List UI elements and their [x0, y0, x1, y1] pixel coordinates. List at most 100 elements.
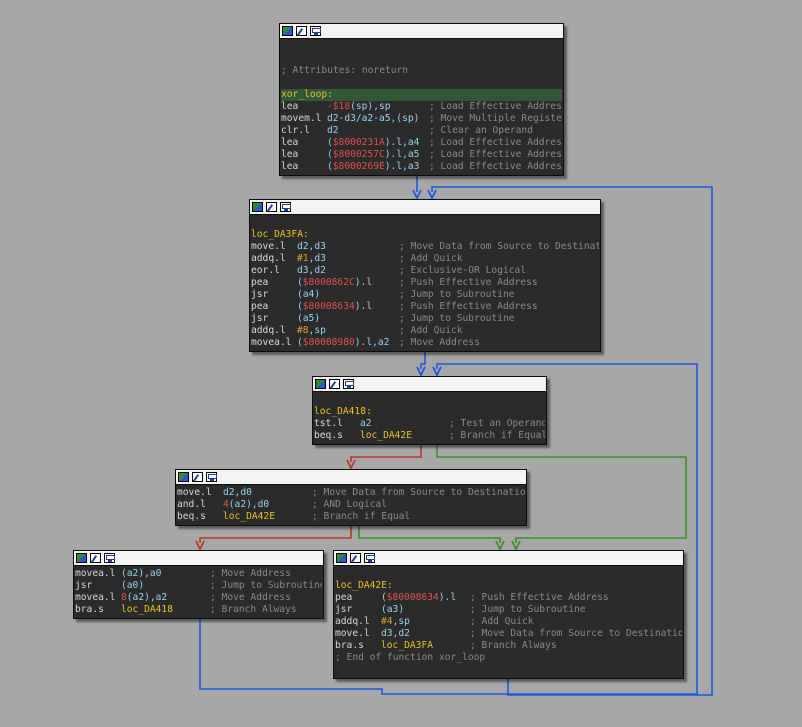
code-line[interactable]: ; Attributes: noreturn: [281, 65, 562, 77]
operand-part: loc_DA418: [121, 604, 173, 615]
code-comment: ; Add Quick: [470, 616, 534, 627]
code-line[interactable]: movea.l ($80008980).l,a2; Move Address: [251, 337, 599, 349]
node-and-test[interactable]: move.l d2,d0 ; Move Data from Source to De…: [175, 469, 527, 526]
code-line[interactable]: ; End of function xor_loop: [335, 652, 682, 664]
node-call-next[interactable]: movea.l (a2),a0 ; Move Address jsr (a0) ; Jum…: [73, 550, 324, 619]
code-line[interactable]: bra.s loc_DA418 ; Branch Always: [75, 604, 322, 616]
code-line[interactable]: jsr (a3) ; Jump to Subroutine: [335, 604, 682, 616]
graph-icon[interactable]: [310, 26, 321, 36]
operand-part: #1: [297, 253, 309, 264]
node-header[interactable]: [176, 470, 526, 485]
rename-icon[interactable]: [329, 379, 340, 389]
code-line[interactable]: loc_DA418:: [314, 406, 545, 418]
operand-part: $80008634: [386, 592, 439, 603]
operand-part: ).l: [354, 277, 373, 288]
code-line[interactable]: addq.l #1,d3; Add Quick: [251, 253, 599, 265]
code-line[interactable]: lea ($8000257C).l,a5; Load Effective Addr…: [281, 149, 562, 161]
color-icon[interactable]: [178, 472, 189, 482]
code-line[interactable]: tst.l a2 ; Test an Operand: [314, 418, 545, 430]
operand: d2: [327, 125, 429, 137]
edge-n3-n5: [358, 526, 501, 543]
code-line[interactable]: move.l d2,d0 ; Move Data from Source to De…: [177, 487, 525, 499]
graph-icon[interactable]: [280, 202, 291, 212]
code-line[interactable]: pea ($80008634).l; Push Effective Address: [251, 301, 599, 313]
color-icon[interactable]: [336, 553, 347, 563]
operand: ($80008634).l: [297, 301, 399, 313]
mnemonic: move.l: [335, 628, 370, 639]
node-loc-da418[interactable]: loc_DA418: tst.l a2 ; Test an Operand beq.s l…: [312, 376, 547, 445]
operand-part: $80008634: [302, 301, 355, 312]
rename-icon[interactable]: [266, 202, 277, 212]
code-line[interactable]: [251, 217, 599, 229]
code-comment: ; Load Effective Address: [429, 149, 562, 160]
rename-icon[interactable]: [90, 553, 101, 563]
code-line[interactable]: loc_DA42E:: [335, 580, 682, 592]
code-line[interactable]: addq.l #8,sp; Add Quick: [251, 325, 599, 337]
operand-part: (a2),d0: [228, 499, 270, 510]
code-line[interactable]: beq.s loc_DA42E ; Branch if Equal: [177, 511, 525, 523]
node-header[interactable]: [280, 24, 563, 39]
code-line[interactable]: and.l 4(a2),d0; AND Logical: [177, 499, 525, 511]
rename-icon[interactable]: [192, 472, 203, 482]
node-header[interactable]: [250, 200, 600, 215]
code-line[interactable]: lea -$18(sp),sp; Load Effective Address: [281, 101, 562, 113]
node-loc-da42e[interactable]: loc_DA42E: pea ($80008634).l; Push Effecti…: [333, 550, 684, 679]
color-icon[interactable]: [282, 26, 293, 36]
code-line[interactable]: move.l d2,d3 ; Move Data from Source to De…: [251, 241, 599, 253]
code-comment: ; Move Multiple Registers: [429, 113, 562, 124]
node-code: movea.l (a2),a0 ; Move Address jsr (a0) ; Jum…: [74, 566, 323, 616]
code-line[interactable]: jsr (a0) ; Jump to Subroutine: [75, 580, 322, 592]
code-line[interactable]: movea.l (a2),a0 ; Move Address: [75, 568, 322, 580]
node-header[interactable]: [334, 551, 683, 566]
node-xor-loop[interactable]: ; Attributes: noreturn xor_loop: lea -$18(s…: [279, 23, 564, 176]
node-header[interactable]: [74, 551, 323, 566]
code-line[interactable]: [335, 568, 682, 580]
node-header[interactable]: [313, 377, 546, 392]
operand: d3,d2: [297, 265, 399, 277]
graph-icon[interactable]: [104, 553, 115, 563]
code-line[interactable]: pea ($8000862C).l; Push Effective Address: [251, 277, 599, 289]
code-line[interactable]: [281, 53, 562, 65]
code-comment: ; Branch Always: [210, 604, 297, 615]
code-line[interactable]: jsr (a4) ; Jump to Subroutine: [251, 289, 599, 301]
color-icon[interactable]: [252, 202, 263, 212]
rename-icon[interactable]: [350, 553, 361, 563]
code-line[interactable]: [314, 394, 545, 406]
code-line[interactable]: move.l d3,d2 ; Move Data from Source to De…: [335, 628, 682, 640]
mnemonic: bra.s: [75, 604, 104, 615]
rename-icon[interactable]: [296, 26, 307, 36]
graph-icon[interactable]: [364, 553, 375, 563]
graph-icon[interactable]: [206, 472, 217, 482]
node-loc-da3fa[interactable]: loc_DA3FA: move.l d2,d3 ; Move Data from So…: [249, 199, 601, 352]
color-icon[interactable]: [76, 553, 87, 563]
code-line[interactable]: xor_loop:: [281, 89, 562, 101]
code-line[interactable]: [281, 77, 562, 89]
mnemonic: move.l: [251, 241, 286, 252]
mnemonic: eor.l: [251, 265, 280, 276]
operand-part: ,sp: [392, 616, 410, 627]
code-line[interactable]: bra.s loc_DA3FA ; Branch Always: [335, 640, 682, 652]
code-line[interactable]: [281, 41, 562, 53]
code-line[interactable]: loc_DA3FA:: [251, 229, 599, 241]
operand-part: $80008980: [302, 337, 355, 348]
operand-part: $8000862C: [302, 277, 355, 288]
code-line[interactable]: movea.l 8(a2),a2; Move Address: [75, 592, 322, 604]
code-line[interactable]: jsr (a5) ; Jump to Subroutine: [251, 313, 599, 325]
code-line[interactable]: movem.l d2-d3/a2-a5,(sp) ; Move Multiple R…: [281, 113, 562, 125]
operand: ($80008634).l: [381, 592, 470, 604]
code-line[interactable]: eor.l d3,d2 ; Exclusive-OR Logical: [251, 265, 599, 277]
code-line[interactable]: lea ($8000269E).l,a3; Load Effective Addr…: [281, 161, 562, 173]
operand-part: ).l,a3: [384, 161, 420, 172]
color-icon[interactable]: [315, 379, 326, 389]
code-line[interactable]: clr.l d2 ; Clear an Operand: [281, 125, 562, 137]
code-line[interactable]: pea ($80008634).l; Push Effective Address: [335, 592, 682, 604]
code-line[interactable]: lea ($8000231A).l,a4; Load Effective Addr…: [281, 137, 562, 149]
code-line[interactable]: addq.l #4,sp; Add Quick: [335, 616, 682, 628]
node-code: ; Attributes: noreturn xor_loop: lea -$18(s…: [280, 39, 563, 173]
code-line[interactable]: beq.s loc_DA42E ; Branch if Equal: [314, 430, 545, 442]
graph-icon[interactable]: [343, 379, 354, 389]
code-comment: ; Attributes: noreturn: [281, 65, 409, 76]
operand: ($8000257C).l,a5: [327, 149, 429, 161]
mnemonic: jsr: [335, 604, 353, 615]
code-comment: ; Move Data from Source to Destination: [399, 241, 599, 252]
